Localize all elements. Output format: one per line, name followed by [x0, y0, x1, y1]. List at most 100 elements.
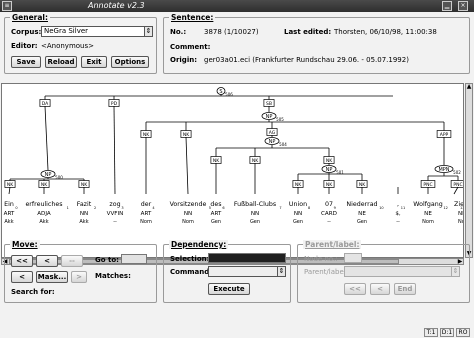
command-dropdown-icon[interactable]: ⇕: [277, 267, 285, 276]
tree-node-label: MPN: [438, 167, 449, 173]
vertical-scrollbar[interactable]: ▲ ▼: [465, 83, 473, 258]
tree-node-number: 500: [55, 175, 63, 180]
token-index-2: 2: [94, 206, 96, 210]
token-index-3: 3: [121, 206, 123, 210]
dependency-legend: Dependency:: [169, 240, 229, 249]
token-word-2[interactable]: Fazit: [77, 201, 92, 208]
status-d: D:1: [440, 328, 454, 337]
corpus-value: NeGra Silver: [44, 27, 89, 35]
token-index-10: 10: [379, 206, 383, 210]
sentence-group: Sentence: No.: 3878 (1/10027) Last edite…: [163, 13, 470, 74]
token-morph-8: Gen: [293, 219, 303, 225]
next-sentence-button[interactable]: --: [61, 255, 83, 267]
token-pos-6: ART: [211, 211, 222, 217]
token-pos-0: ART: [4, 211, 15, 217]
execute-button[interactable]: Execute: [208, 283, 250, 295]
token-pos-4: ART: [141, 211, 152, 217]
token-pos-13: NE: [458, 211, 463, 217]
options-button[interactable]: Options: [111, 56, 149, 68]
selection-input[interactable]: [208, 253, 286, 263]
token-morph-13: Nom: [458, 219, 463, 225]
token-word-5[interactable]: Vorsitzende: [170, 201, 207, 208]
token-word-12[interactable]: Wolfgang: [413, 201, 443, 208]
next-match-button[interactable]: >: [71, 271, 87, 283]
parent-prev-button[interactable]: <: [370, 283, 390, 295]
token-pos-2: NN: [80, 211, 88, 217]
token-morph-12: Nom: [422, 219, 434, 225]
scroll-up-icon[interactable]: ▲: [466, 84, 472, 90]
token-pos-1: ADJA: [37, 211, 51, 217]
token-word-0[interactable]: Ein: [4, 201, 14, 208]
token-morph-7: Gen: [250, 219, 260, 225]
editor-label: Editor:: [11, 42, 38, 50]
mask-button[interactable]: Mask...: [36, 271, 68, 283]
tree-edge-line: [113, 105, 116, 195]
matches-label: Matches:: [95, 272, 131, 280]
token-index-8: 8: [308, 206, 310, 210]
previous-match-button[interactable]: <: [11, 271, 33, 283]
token-index-4: 4: [152, 206, 155, 210]
sentence-no-value: 3878 (1/10027): [204, 28, 259, 36]
token-word-8[interactable]: Union: [289, 201, 307, 208]
edge-nk-des-text: NK: [213, 158, 220, 164]
reload-button[interactable]: Reload: [45, 56, 77, 68]
command-select[interactable]: ⇕: [208, 266, 286, 277]
token-morph-0: Akk: [4, 219, 13, 225]
tree-edge-line: [453, 186, 459, 195]
minimize-icon[interactable]: ▁: [442, 1, 452, 11]
token-pos-10: NE: [358, 211, 366, 217]
tree-node-label: S: [219, 89, 222, 95]
tree-node-number: 506: [225, 92, 233, 97]
last-edited-label: Last edited:: [284, 28, 332, 36]
token-morph-3: --: [113, 219, 117, 225]
parent-label-dropdown-icon[interactable]: ⇕: [451, 267, 459, 276]
token-index-6: 6: [222, 206, 224, 210]
token-word-3[interactable]: zog: [109, 201, 120, 208]
dropdown-arrow-icon[interactable]: ⇕: [144, 27, 152, 36]
parent-label-select[interactable]: ⇕: [344, 266, 460, 277]
origin-label: Origin:: [170, 56, 197, 64]
first-sentence-button[interactable]: <<: [11, 255, 33, 267]
token-word-1[interactable]: erfreuliches: [25, 201, 62, 208]
editor-value: <Anonymous>: [41, 42, 95, 50]
go-to-input[interactable]: [121, 254, 147, 264]
window-menu-icon[interactable]: ≡: [2, 1, 12, 11]
token-word-11[interactable]: ,: [397, 201, 399, 208]
exit-button[interactable]: Exit: [81, 56, 107, 68]
syntax-tree[interactable]: S 506DA PD SBNK NK AG APPNP 505NK NK NKNP 504NK NK N…: [2, 84, 470, 257]
token-word-4[interactable]: der: [141, 201, 152, 208]
tree-edge-line: [44, 105, 49, 171]
parent-first-button[interactable]: <<: [344, 283, 366, 295]
tree-node-number: 505: [276, 117, 284, 122]
node-no-label: Node no.:: [304, 255, 338, 263]
last-edited-value: Thorsten, 06/10/98, 11:00:38: [334, 28, 437, 36]
edge-nk-clubs-text: NK: [252, 158, 259, 164]
token-pos-3: VVFIN: [107, 211, 124, 217]
token-index-13: 13: [460, 206, 463, 210]
token-morph-9: --: [327, 219, 331, 225]
previous-sentence-button[interactable]: <: [36, 255, 58, 267]
move-legend: Move:: [10, 240, 40, 249]
token-index-11: 11: [401, 206, 405, 210]
tree-edge-line: [185, 136, 189, 195]
token-word-7[interactable]: Fußball-Clubs: [234, 201, 276, 208]
save-button[interactable]: Save: [11, 56, 41, 68]
token-index-7: 7: [279, 206, 281, 210]
general-legend: General:: [10, 13, 50, 22]
token-word-9[interactable]: 07: [325, 201, 333, 208]
corpus-select[interactable]: NeGra Silver ⇕: [41, 26, 153, 37]
parent-end-button[interactable]: End: [394, 283, 416, 295]
tree-view[interactable]: S 506 DA PD SB NK NK AG APP NP 505 NK NK NK NP 504 NK NK N…: [1, 83, 470, 258]
close-icon[interactable]: ×: [458, 1, 468, 11]
parent-label-legend: Parent/label:: [303, 240, 362, 249]
tree-node-number: 504: [279, 142, 287, 147]
token-word-10[interactable]: Niederrad: [346, 201, 377, 208]
edge-nk-vorsitzende-text: NK: [183, 132, 190, 138]
token-morph-5: Nom: [182, 219, 194, 225]
token-word-6[interactable]: des: [210, 201, 221, 208]
command-label: Command:: [170, 268, 213, 276]
move-group: Move: << < -- Go to: < Mask... > Matches…: [4, 240, 157, 303]
edge-nk-erfreuliches-text: NK: [41, 182, 48, 188]
node-no-input[interactable]: [344, 253, 362, 263]
parent-label-group: Parent/label: Node no.: Parent/label: ⇕ …: [297, 240, 470, 303]
